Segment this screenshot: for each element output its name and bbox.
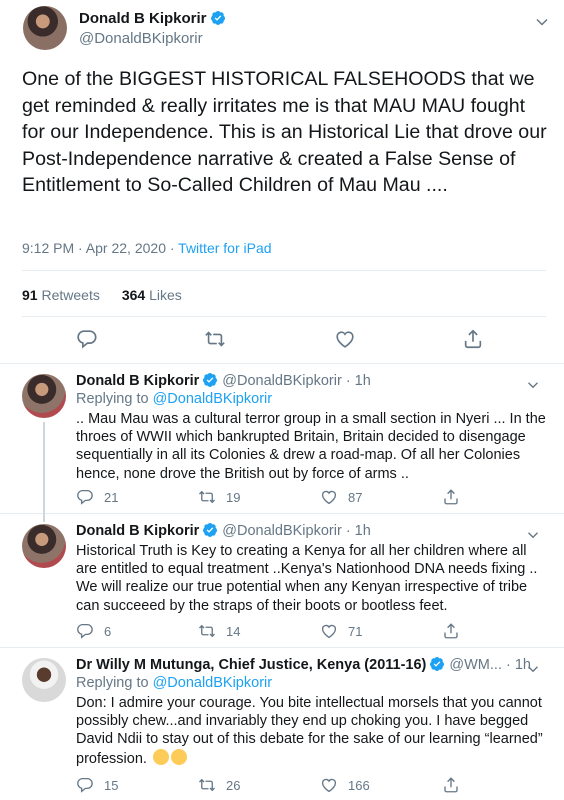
reply-icon <box>76 776 94 794</box>
chevron-down-icon[interactable] <box>524 376 542 394</box>
like-button[interactable]: 71 <box>320 622 362 640</box>
tweet-text: Historical Truth is Key to creating a Ke… <box>76 543 538 614</box>
author-name[interactable]: Donald B Kipkorir <box>79 10 226 27</box>
replying-to-label: Replying to <box>76 675 153 691</box>
retweet-button[interactable]: 19 <box>198 488 240 506</box>
avatar[interactable] <box>22 374 66 418</box>
tweet-actions: 21 19 87 <box>76 488 496 508</box>
thread-line <box>43 514 45 522</box>
share-icon <box>442 622 460 640</box>
reply-count: 15 <box>104 777 119 793</box>
author-name[interactable]: Donald B Kipkorir <box>76 373 199 389</box>
tweet-source[interactable]: Twitter for iPad <box>178 240 271 256</box>
likes-label[interactable]: Likes <box>149 287 182 303</box>
author-handle[interactable]: @WM... <box>449 657 502 673</box>
verified-badge-icon <box>202 372 218 388</box>
likes-count[interactable]: 364 <box>122 287 145 303</box>
reply-tweet[interactable]: Donald B Kipkorir @DonaldBKipkorir · 1h … <box>0 514 564 648</box>
divider <box>22 316 546 317</box>
share-icon <box>442 776 460 794</box>
reply-button[interactable]: 21 <box>76 488 118 506</box>
retweet-icon <box>198 488 216 506</box>
tweet-time[interactable]: · 1h <box>346 373 371 389</box>
thread-line <box>43 422 45 514</box>
reply-icon <box>76 488 94 506</box>
reply-icon[interactable] <box>76 328 98 350</box>
like-count: 87 <box>348 489 363 505</box>
retweet-count: 14 <box>226 623 241 639</box>
verified-badge-icon <box>210 10 226 26</box>
reply-icon <box>76 622 94 640</box>
avatar[interactable] <box>22 658 66 702</box>
share-icon[interactable] <box>462 328 484 350</box>
replying-to-link[interactable]: @DonaldBKipkorir <box>153 391 273 407</box>
retweets-count[interactable]: 91 <box>22 287 38 303</box>
share-button[interactable] <box>442 488 460 506</box>
heart-icon <box>320 488 338 506</box>
tweet-text: .. Mau Mau was a cultural terror group i… <box>76 411 546 482</box>
main-tweet: Donald B Kipkorir @DonaldBKipkorir One o… <box>0 0 564 364</box>
author-name[interactable]: Donald B Kipkorir <box>76 523 199 539</box>
author-name-text[interactable]: Donald B Kipkorir <box>79 10 207 27</box>
retweet-button[interactable]: 14 <box>198 622 240 640</box>
like-count: 71 <box>348 623 363 639</box>
share-icon <box>442 488 460 506</box>
reply-count: 6 <box>104 623 112 639</box>
reply-header: Donald B Kipkorir @DonaldBKipkorir · 1h <box>76 522 371 539</box>
share-button[interactable] <box>442 622 460 640</box>
divider <box>22 270 546 271</box>
retweet-count: 26 <box>226 777 241 793</box>
reply-count: 21 <box>104 489 119 505</box>
smiling-face-icon <box>170 748 187 765</box>
heart-icon <box>320 776 338 794</box>
author-handle[interactable]: @DonaldBKipkorir <box>222 373 342 389</box>
replying-to: Replying to @DonaldBKipkorir <box>76 391 272 407</box>
replying-to-label: Replying to <box>76 391 153 407</box>
retweet-button[interactable]: 26 <box>198 776 240 794</box>
replying-to-link[interactable]: @DonaldBKipkorir <box>153 675 273 691</box>
tweet-actions: 6 14 71 <box>76 622 496 642</box>
reply-tweet[interactable]: Dr Willy M Mutunga, Chief Justice, Kenya… <box>0 648 564 800</box>
retweet-icon[interactable] <box>204 328 226 350</box>
like-button[interactable]: 87 <box>320 488 362 506</box>
tweet-time[interactable]: 9:12 PM · Apr 22, 2020 · <box>22 240 178 256</box>
retweet-icon <box>198 622 216 640</box>
reply-button[interactable]: 15 <box>76 776 118 794</box>
heart-icon <box>320 622 338 640</box>
like-button[interactable]: 166 <box>320 776 370 794</box>
reply-header: Donald B Kipkorir @DonaldBKipkorir · 1h <box>76 372 371 389</box>
tweet-time[interactable]: · 1h <box>346 523 371 539</box>
replying-to: Replying to @DonaldBKipkorir <box>76 675 272 691</box>
tweet-actions: 15 26 166 <box>76 776 496 796</box>
tweet-meta: 9:12 PM · Apr 22, 2020 · Twitter for iPa… <box>22 240 272 256</box>
heart-icon[interactable] <box>334 328 356 350</box>
avatar[interactable] <box>22 524 66 568</box>
tweet-text-content: Don: I admire your courage. You bite int… <box>76 695 543 767</box>
tweet-text: Don: I admire your courage. You bite int… <box>76 694 548 768</box>
reply-tweet[interactable]: Donald B Kipkorir @DonaldBKipkorir · 1h … <box>0 364 564 514</box>
verified-badge-icon <box>202 522 218 538</box>
author-handle[interactable]: @DonaldBKipkorir <box>79 30 203 47</box>
tweet-text: One of the BIGGEST HISTORICAL FALSEHOODS… <box>22 68 547 196</box>
author-name[interactable]: Dr Willy M Mutunga, Chief Justice, Kenya… <box>76 657 426 673</box>
thinking-face-icon <box>152 748 169 765</box>
share-button[interactable] <box>442 776 460 794</box>
retweets-label[interactable]: Retweets <box>41 287 99 303</box>
retweet-count: 19 <box>226 489 241 505</box>
chevron-down-icon[interactable] <box>524 660 542 678</box>
retweet-icon <box>198 776 216 794</box>
tweet-stats: 91 Retweets 364 Likes <box>22 287 182 303</box>
reply-header: Dr Willy M Mutunga, Chief Justice, Kenya… <box>76 656 536 673</box>
like-count: 166 <box>348 777 370 793</box>
author-handle[interactable]: @DonaldBKipkorir <box>222 523 342 539</box>
verified-badge-icon <box>429 656 445 672</box>
reply-button[interactable]: 6 <box>76 622 111 640</box>
avatar[interactable] <box>23 6 67 50</box>
tweet-actions <box>0 328 564 356</box>
chevron-down-icon[interactable] <box>532 12 552 32</box>
